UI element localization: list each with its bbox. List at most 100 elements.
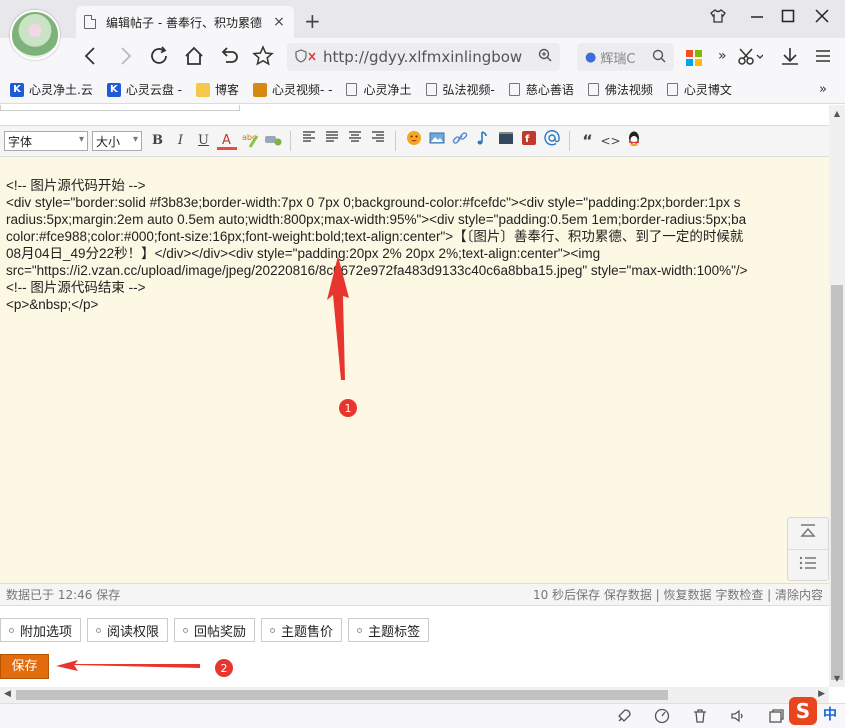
bookmark-label: 慈心善语 [525, 83, 574, 97]
align-left-icon[interactable] [299, 130, 319, 152]
image-icon[interactable] [427, 130, 447, 152]
video-icon[interactable] [496, 130, 516, 152]
scroll-right-icon[interactable]: ▶ [818, 689, 825, 699]
vertical-scroll-thumb[interactable] [831, 285, 843, 680]
bookmark-item[interactable]: K 心灵云盘 - [106, 81, 182, 98]
align-left-2-icon[interactable] [322, 130, 342, 152]
music-icon[interactable] [473, 130, 493, 152]
url-text[interactable]: http://gdyy.xlfmxinlingbow [323, 48, 538, 66]
code-line[interactable]: <!-- 图片源代码开始 --> [6, 177, 829, 194]
option-price-button[interactable]: 主题售价 [261, 618, 343, 642]
security-warning-icon[interactable] [295, 48, 317, 66]
status-actions[interactable]: 10 秒后保存 保存数据 | 恢复数据 字数检查 | 清除内容 [533, 586, 823, 603]
bookmark-item[interactable]: K 心灵净土.云 [10, 81, 93, 98]
scissors-icon[interactable] [737, 45, 764, 71]
horizontal-scroll-thumb[interactable] [16, 690, 668, 700]
link-edit-icon[interactable] [263, 130, 283, 152]
save-button[interactable]: 保存 [0, 654, 49, 679]
browser-tab-active[interactable]: 编辑帖子 - 善奉行、积功累德 × [76, 6, 294, 38]
code-line[interactable]: radius:5px;margin:2em auto 0.5em auto;wi… [6, 211, 829, 228]
address-bar[interactable]: http://gdyy.xlfmxinlingbow [287, 43, 560, 71]
align-center-icon[interactable] [345, 130, 365, 152]
option-reply-reward-button[interactable]: 回帖奖励 [174, 618, 256, 642]
font-color-button[interactable]: A [216, 132, 237, 150]
font-select[interactable]: 字体 [4, 131, 88, 151]
speed-icon[interactable] [654, 708, 670, 728]
align-right-icon[interactable] [368, 130, 388, 152]
maximize-icon[interactable] [781, 8, 795, 28]
bullet-icon [183, 627, 189, 633]
bookmark-item[interactable]: 心灵博文 [666, 81, 732, 98]
bookmarks-more-icon[interactable]: » [819, 82, 827, 97]
bookmark-label: 心灵净土 [363, 83, 412, 97]
back-icon[interactable] [82, 45, 100, 71]
zoom-icon[interactable] [538, 48, 552, 66]
mention-icon[interactable] [542, 130, 562, 152]
bookmark-label: 心灵净土.云 [29, 83, 93, 97]
undo-icon[interactable] [218, 45, 240, 71]
scroll-down-icon[interactable]: ▼ [829, 674, 845, 683]
qq-penguin-icon[interactable] [624, 130, 644, 152]
bookmark-item[interactable]: 弘法视频- [425, 81, 495, 98]
horizontal-scrollbar[interactable]: ◀ ▶ [0, 687, 829, 703]
code-line[interactable]: color:#fce988;color:#000;font-size:16px;… [6, 228, 829, 245]
background-color-icon[interactable]: abc [240, 130, 260, 152]
option-read-permission-button[interactable]: 阅读权限 [87, 618, 169, 642]
search-box[interactable]: ● 辉瑞C [577, 43, 674, 71]
vertical-scrollbar[interactable]: ▲ ▼ [829, 105, 845, 687]
browser-status-bar [0, 703, 845, 728]
rocket-icon[interactable] [616, 708, 632, 728]
back-to-top-icon[interactable] [788, 518, 828, 550]
bookmark-label: 心灵云盘 - [125, 83, 182, 97]
user-avatar[interactable] [10, 10, 60, 60]
code-line[interactable]: <div style="border:solid #f3b83e;border-… [6, 194, 829, 211]
minimize-icon[interactable] [750, 8, 764, 28]
tab-close-icon[interactable]: × [272, 14, 286, 30]
bold-button[interactable]: B [148, 130, 168, 152]
apps-grid-icon[interactable] [686, 50, 702, 66]
option-tags-button[interactable]: 主题标签 [348, 618, 430, 642]
option-extra-button[interactable]: 附加选项 [0, 618, 82, 642]
sogou-ime-icon[interactable]: S [789, 697, 817, 725]
window-icon[interactable] [768, 708, 784, 728]
bookmark-item[interactable]: 心灵视频- - [253, 81, 332, 98]
reload-icon[interactable] [148, 45, 170, 71]
size-select-label: 大小 [96, 134, 121, 149]
close-window-icon[interactable] [815, 8, 829, 28]
editor-status-bar: 数据已于 12:46 保存 10 秒后保存 保存数据 | 恢复数据 字数检查 |… [0, 584, 829, 606]
bookmark-item[interactable]: 博客 [195, 81, 239, 98]
emoji-icon[interactable] [404, 130, 424, 152]
italic-button[interactable]: I [171, 130, 191, 152]
scroll-up-icon[interactable]: ▲ [829, 109, 845, 118]
ime-mode-indicator[interactable]: 中 [823, 704, 837, 724]
bookmark-item[interactable]: 心灵净土 [346, 81, 412, 98]
code-line[interactable]: <!-- 图片源代码结束 --> [6, 279, 829, 296]
bookmark-star-icon[interactable] [252, 45, 274, 71]
bookmark-item[interactable]: 慈心善语 [508, 81, 574, 98]
list-icon[interactable] [788, 550, 828, 582]
menu-icon[interactable] [814, 45, 832, 71]
scroll-left-icon[interactable]: ◀ [4, 689, 11, 699]
more-extensions-icon[interactable]: » [718, 45, 727, 67]
search-input[interactable]: 辉瑞C [600, 48, 652, 67]
code-line[interactable]: src="https://i2.vzan.cc/upload/image/jpe… [6, 262, 829, 279]
code-button[interactable]: <> [601, 130, 621, 152]
underline-button[interactable]: U [194, 130, 214, 152]
bookmark-item[interactable]: 佛法视频 [587, 81, 653, 98]
code-line[interactable]: 08月04日_49分22秒！】</div></div><div style="p… [6, 245, 829, 262]
search-icon[interactable] [652, 49, 666, 66]
forward-icon[interactable] [116, 45, 134, 71]
flash-icon[interactable]: f [519, 130, 539, 152]
size-select[interactable]: 大小 [92, 131, 142, 151]
tshirt-skin-icon[interactable] [710, 8, 726, 28]
download-icon[interactable] [780, 45, 800, 71]
code-editor[interactable]: <!-- 图片源代码开始 --> <div style="border:soli… [0, 157, 829, 584]
quote-button[interactable]: “ [578, 130, 598, 152]
trash-icon[interactable] [692, 708, 708, 728]
bookmark-label: 心灵博文 [683, 83, 732, 97]
volume-icon[interactable] [730, 708, 746, 728]
link-icon[interactable] [450, 130, 470, 152]
new-tab-icon[interactable]: + [304, 9, 321, 33]
home-icon[interactable] [183, 45, 205, 71]
code-line[interactable]: <p>&nbsp;</p> [6, 296, 829, 313]
